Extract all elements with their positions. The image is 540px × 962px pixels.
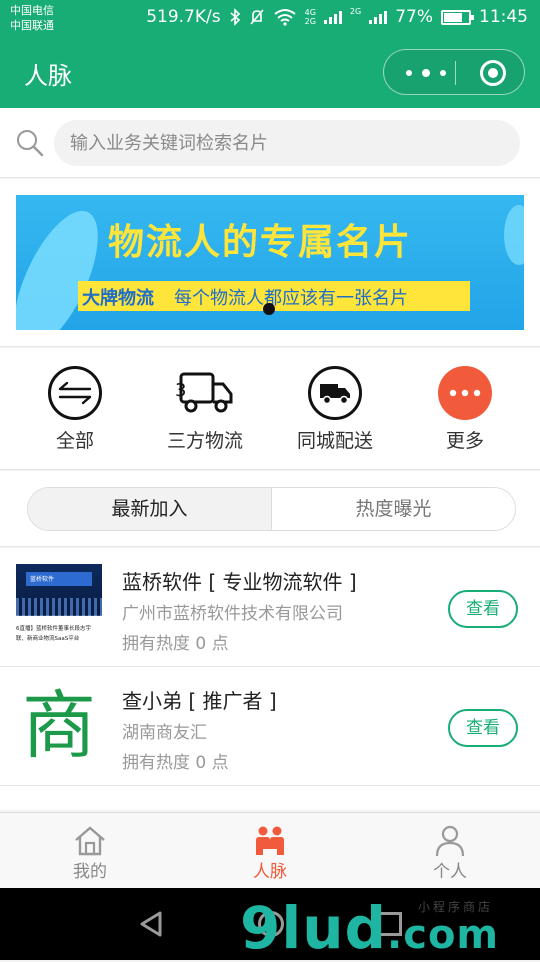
card-thumbnail: 蓝桥软件 6直播】蓝桥软件董事长段志宇 联、新商业物流SaaS平台 bbox=[16, 564, 102, 650]
category-same-city[interactable]: 同城配送 bbox=[280, 366, 390, 453]
card-list: 蓝桥软件 6直播】蓝桥软件董事长段志宇 联、新商业物流SaaS平台 蓝桥软件 [… bbox=[0, 548, 540, 810]
view-button[interactable]: 查看 bbox=[448, 709, 518, 747]
page-title: 人脉 bbox=[24, 62, 72, 90]
card-heat: 拥有热度 0 点 bbox=[122, 634, 229, 654]
more-dot-icon bbox=[422, 69, 430, 77]
card-company: 广州市蓝桥软件技术有限公司 bbox=[122, 604, 343, 624]
list-tabs: 最新加入 热度曝光 bbox=[0, 471, 540, 547]
mute-icon bbox=[250, 9, 264, 25]
network-speed: 519.7K/s bbox=[146, 7, 221, 27]
list-item[interactable]: 蓝桥软件 6直播】蓝桥软件董事长段志宇 联、新商业物流SaaS平台 蓝桥软件 [… bbox=[0, 548, 540, 667]
banner-brand: 大牌物流 bbox=[82, 288, 154, 309]
status-right: 519.7K/s 4G 2G 2G 77% 11:45 bbox=[146, 7, 528, 27]
carousel-indicator[interactable] bbox=[263, 303, 275, 315]
banner-decoration bbox=[504, 205, 524, 265]
bluetooth-icon bbox=[230, 8, 240, 26]
svg-text:3: 3 bbox=[175, 380, 186, 401]
category-label: 三方物流 bbox=[166, 430, 243, 452]
home-icon bbox=[73, 825, 107, 857]
watermark-subtitle: 小程序商店 bbox=[418, 900, 494, 914]
tab-newest[interactable]: 最新加入 bbox=[28, 488, 272, 530]
tabbar-item-mine[interactable]: 我的 bbox=[45, 825, 135, 882]
tabbar-item-profile[interactable]: 个人 bbox=[405, 825, 495, 882]
banner-slogan: 每个物流人都应该有一张名片 bbox=[174, 288, 408, 309]
network-type-2: 2G bbox=[304, 17, 316, 26]
thumbnail-caption: 6直播】蓝桥软件董事长段志宇 bbox=[16, 626, 92, 632]
contacts-icon bbox=[253, 825, 287, 857]
network-type-3: 2G bbox=[349, 7, 362, 16]
thumbnail-stage-text: 蓝桥软件 bbox=[30, 576, 55, 583]
list-item-partial bbox=[0, 786, 540, 810]
back-icon[interactable] bbox=[138, 910, 164, 938]
search-bar bbox=[0, 108, 540, 178]
list-item[interactable]: 商 查小弟 [ 推广者 ] 湖南商友汇 拥有热度 0 点 查看 bbox=[0, 667, 540, 786]
category-label: 更多 bbox=[445, 430, 484, 452]
person-icon bbox=[433, 825, 467, 857]
more-menu-button[interactable] bbox=[400, 50, 454, 94]
category-grid: 全部 3 三方物流 同城配送 更多 bbox=[0, 348, 540, 470]
card-heat: 拥有热度 0 点 bbox=[122, 753, 229, 773]
tabbar-item-contacts[interactable]: 人脉 bbox=[225, 825, 315, 882]
category-more[interactable]: 更多 bbox=[410, 366, 520, 453]
battery-fill bbox=[444, 12, 463, 22]
signal-icon-2 bbox=[369, 10, 388, 24]
banner-headline: 物流人的专属名片 bbox=[108, 222, 413, 263]
category-label: 同城配送 bbox=[296, 430, 373, 452]
network-types: 4G 2G bbox=[305, 8, 316, 26]
carrier-info: 中国电信 中国联通 bbox=[10, 3, 54, 33]
promo-banner[interactable]: 物流人的专属名片 大牌物流 每个物流人都应该有一张名片 bbox=[16, 195, 524, 330]
bottom-tab-bar: 我的 人脉 个人 bbox=[0, 812, 540, 888]
tabbar-label: 人脉 bbox=[253, 862, 287, 882]
card-company: 湖南商友汇 bbox=[122, 723, 207, 743]
search-input[interactable] bbox=[54, 120, 520, 166]
status-bar: 中国电信 中国联通 519.7K/s 4G 2G 2G 77% 11:45 bbox=[0, 0, 540, 36]
thumbnail-caption: 联、新商业物流SaaS平台 bbox=[16, 636, 80, 642]
view-button[interactable]: 查看 bbox=[448, 590, 518, 628]
watermark-main: 9lud bbox=[240, 894, 388, 962]
tabbar-label: 个人 bbox=[433, 862, 467, 882]
capsule-divider bbox=[455, 61, 456, 85]
wifi-icon bbox=[273, 9, 296, 26]
battery-icon bbox=[441, 9, 474, 25]
category-all[interactable]: 全部 bbox=[20, 366, 130, 453]
miniprogram-capsule bbox=[383, 49, 525, 95]
delivery-truck-icon bbox=[308, 366, 362, 420]
clock: 11:45 bbox=[479, 7, 528, 27]
card-name: 蓝桥软件 [ 专业物流软件 ] bbox=[122, 570, 357, 594]
card-thumbnail: 商 bbox=[22, 683, 96, 769]
banner-section: 物流人的专属名片 大牌物流 每个物流人都应该有一张名片 bbox=[0, 179, 540, 347]
exchange-arrows-icon bbox=[48, 366, 102, 420]
search-icon[interactable] bbox=[15, 128, 45, 158]
category-3pl[interactable]: 3 三方物流 bbox=[150, 366, 260, 453]
network-type-1: 4G bbox=[304, 8, 316, 17]
truck-3-icon: 3 bbox=[175, 366, 235, 420]
tabbar-label: 我的 bbox=[73, 862, 107, 882]
watermark-suffix: .com bbox=[387, 912, 500, 958]
more-dot-icon bbox=[406, 70, 412, 76]
carrier-2: 中国联通 bbox=[10, 19, 54, 32]
signal-icon-1 bbox=[323, 10, 342, 24]
category-label: 全部 bbox=[55, 430, 94, 452]
thumbnail-crowd bbox=[16, 598, 102, 616]
card-name: 查小弟 [ 推广者 ] bbox=[122, 689, 277, 713]
close-miniprogram-button[interactable] bbox=[480, 60, 506, 86]
more-dot-icon bbox=[440, 70, 446, 76]
tab-popular[interactable]: 热度曝光 bbox=[272, 488, 515, 530]
carrier-1: 中国电信 bbox=[10, 4, 54, 17]
segmented-control: 最新加入 热度曝光 bbox=[27, 487, 516, 531]
nav-bar: 人脉 bbox=[0, 36, 540, 108]
battery-percent: 77% bbox=[395, 7, 433, 27]
more-dots-icon bbox=[438, 366, 492, 420]
